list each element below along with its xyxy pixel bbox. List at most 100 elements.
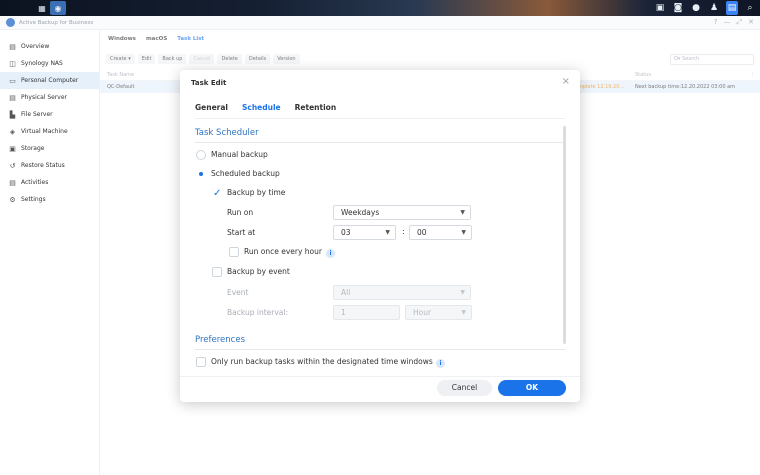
sidebar-item-restore-status[interactable]: ↺ Restore Status bbox=[0, 157, 99, 174]
computer-icon: ▭ bbox=[9, 76, 16, 85]
sidebar-item-label: Restore Status bbox=[21, 162, 65, 169]
chevron-down-icon: ▼ bbox=[461, 229, 466, 236]
dialog-title: Task Edit bbox=[191, 79, 227, 87]
backup-by-event-label: Backup by event bbox=[227, 267, 290, 276]
cancel-button[interactable]: Cancel bbox=[437, 380, 492, 396]
sidebar-item-storage[interactable]: ▣ Storage bbox=[0, 140, 99, 157]
sidebar-item-label: Personal Computer bbox=[21, 77, 79, 84]
sidebar-item-label: File Server bbox=[21, 111, 53, 118]
sidebar-item-settings[interactable]: ⚙ Settings bbox=[0, 191, 99, 208]
sidebar-item-activities[interactable]: ▤ Activities bbox=[0, 174, 99, 191]
start-at-label: Start at bbox=[227, 228, 256, 237]
dialog-tabs: General Schedule Retention bbox=[195, 103, 336, 115]
settings-icon: ⚙ bbox=[9, 195, 16, 204]
chevron-down-icon: ▼ bbox=[460, 209, 465, 216]
run-on-select[interactable]: Weekdays ▼ bbox=[333, 205, 471, 220]
sidebar-item-file-server[interactable]: ▙ File Server bbox=[0, 106, 99, 123]
close-icon[interactable]: ✕ bbox=[748, 18, 754, 27]
chevron-down-icon: ▼ bbox=[460, 289, 465, 296]
event-label: Event bbox=[227, 288, 249, 297]
sidebar-item-virtual-machine[interactable]: ◈ Virtual Machine bbox=[0, 123, 99, 140]
section-divider bbox=[195, 142, 565, 143]
tabs-divider bbox=[195, 118, 565, 119]
tab-general[interactable]: General bbox=[195, 103, 228, 115]
sidebar-item-label: Physical Server bbox=[21, 94, 67, 101]
backup-interval-value: 1 bbox=[341, 308, 346, 317]
taskbar-tray: ▣ ◙ ● ♟ ▤ ⌕ bbox=[654, 1, 756, 15]
sidebar-item-label: Overview bbox=[21, 43, 50, 50]
sidebar-item-label: Synology NAS bbox=[21, 60, 63, 67]
scheduled-backup-label: Scheduled backup bbox=[211, 169, 280, 178]
overview-icon: ▤ bbox=[9, 42, 16, 51]
window-icon[interactable]: ▤ bbox=[726, 1, 738, 15]
scheduled-backup-radio[interactable] bbox=[196, 169, 206, 179]
task-edit-dialog: Task Edit × General Schedule Retention T… bbox=[180, 70, 580, 402]
user-icon[interactable]: ◙ bbox=[672, 1, 684, 15]
sidebar-item-label: Settings bbox=[21, 196, 46, 203]
info-icon[interactable]: i bbox=[436, 359, 445, 368]
taskbar: ▦ ◉ ▣ ◙ ● ♟ ▤ ⌕ bbox=[0, 0, 760, 16]
dialog-scrollbar[interactable] bbox=[563, 126, 566, 344]
time-separator: : bbox=[402, 227, 405, 236]
backup-by-time-checkbox[interactable]: ✓ bbox=[212, 188, 222, 199]
backup-by-time-label: Backup by time bbox=[227, 188, 286, 197]
run-once-every-hour-label: Run once every hour bbox=[244, 247, 322, 256]
sidebar: ▤ Overview ◫ Synology NAS ▭ Personal Comput… bbox=[0, 30, 100, 475]
section-divider bbox=[195, 349, 565, 350]
backup-interval-unit-select[interactable]: Hour ▼ bbox=[405, 305, 472, 320]
restore-icon: ↺ bbox=[9, 161, 16, 170]
nas-icon: ◫ bbox=[9, 59, 16, 68]
sidebar-item-label: Virtual Machine bbox=[21, 128, 68, 135]
event-value: All bbox=[341, 288, 351, 297]
activities-icon: ▤ bbox=[9, 178, 16, 187]
ok-button[interactable]: OK bbox=[498, 380, 566, 396]
close-icon[interactable]: × bbox=[562, 76, 570, 87]
start-minute-select[interactable]: 00 ▼ bbox=[409, 225, 472, 240]
virtual-machine-icon: ◈ bbox=[9, 127, 16, 136]
tab-retention[interactable]: Retention bbox=[295, 103, 337, 115]
chevron-down-icon: ▼ bbox=[461, 309, 466, 316]
sidebar-item-synology-nas[interactable]: ◫ Synology NAS bbox=[0, 55, 99, 72]
manual-backup-label: Manual backup bbox=[211, 150, 268, 159]
storage-icon: ▣ bbox=[9, 144, 16, 153]
minimize-icon[interactable]: — bbox=[724, 18, 731, 27]
maximize-icon[interactable]: ⤢ bbox=[737, 18, 743, 27]
notification-icon[interactable]: ● bbox=[690, 1, 702, 15]
run-on-value: Weekdays bbox=[341, 208, 380, 217]
package-icon[interactable]: ▣ bbox=[654, 1, 666, 15]
sidebar-item-physical-server[interactable]: ▤ Physical Server bbox=[0, 89, 99, 106]
backup-interval-unit-value: Hour bbox=[413, 308, 432, 317]
app-title-bar: Active Backup for Business ? — ⤢ ✕ bbox=[0, 16, 760, 30]
start-minute-value: 00 bbox=[417, 228, 427, 237]
only-run-within-windows-checkbox[interactable] bbox=[196, 357, 206, 367]
app-logo-icon bbox=[6, 18, 15, 27]
active-backup-icon[interactable]: ◉ bbox=[50, 1, 66, 15]
sidebar-item-label: Storage bbox=[21, 145, 45, 152]
app-name: Active Backup for Business bbox=[19, 19, 94, 26]
run-once-every-hour-checkbox[interactable] bbox=[229, 247, 239, 257]
person-icon[interactable]: ♟ bbox=[708, 1, 720, 15]
backup-by-event-checkbox[interactable] bbox=[212, 267, 222, 277]
section-title-task-scheduler: Task Scheduler bbox=[195, 128, 259, 138]
file-server-icon: ▙ bbox=[9, 110, 16, 119]
info-icon[interactable]: i bbox=[326, 249, 335, 258]
search-icon[interactable]: ⌕ bbox=[744, 1, 756, 15]
sidebar-item-label: Activities bbox=[21, 179, 49, 186]
start-hour-select[interactable]: 03 ▼ bbox=[333, 225, 396, 240]
tab-schedule[interactable]: Schedule bbox=[242, 103, 281, 115]
backup-interval-label: Backup interval: bbox=[227, 308, 288, 317]
start-hour-value: 03 bbox=[341, 228, 351, 237]
sidebar-item-overview[interactable]: ▤ Overview bbox=[0, 38, 99, 55]
run-on-label: Run on bbox=[227, 208, 254, 217]
sidebar-item-personal-computer[interactable]: ▭ Personal Computer bbox=[0, 72, 99, 89]
dialog-footer: Cancel OK bbox=[180, 376, 580, 402]
only-run-within-windows-label: Only run backup tasks within the designa… bbox=[211, 357, 433, 366]
help-icon[interactable]: ? bbox=[714, 18, 718, 27]
backup-interval-input[interactable]: 1 bbox=[333, 305, 400, 320]
chevron-down-icon: ▼ bbox=[385, 229, 390, 236]
manual-backup-radio[interactable] bbox=[196, 150, 206, 160]
event-select[interactable]: All ▼ bbox=[333, 285, 471, 300]
grid-icon[interactable]: ▦ bbox=[34, 1, 50, 15]
window-controls: ? — ⤢ ✕ bbox=[714, 18, 754, 27]
server-icon: ▤ bbox=[9, 93, 16, 102]
